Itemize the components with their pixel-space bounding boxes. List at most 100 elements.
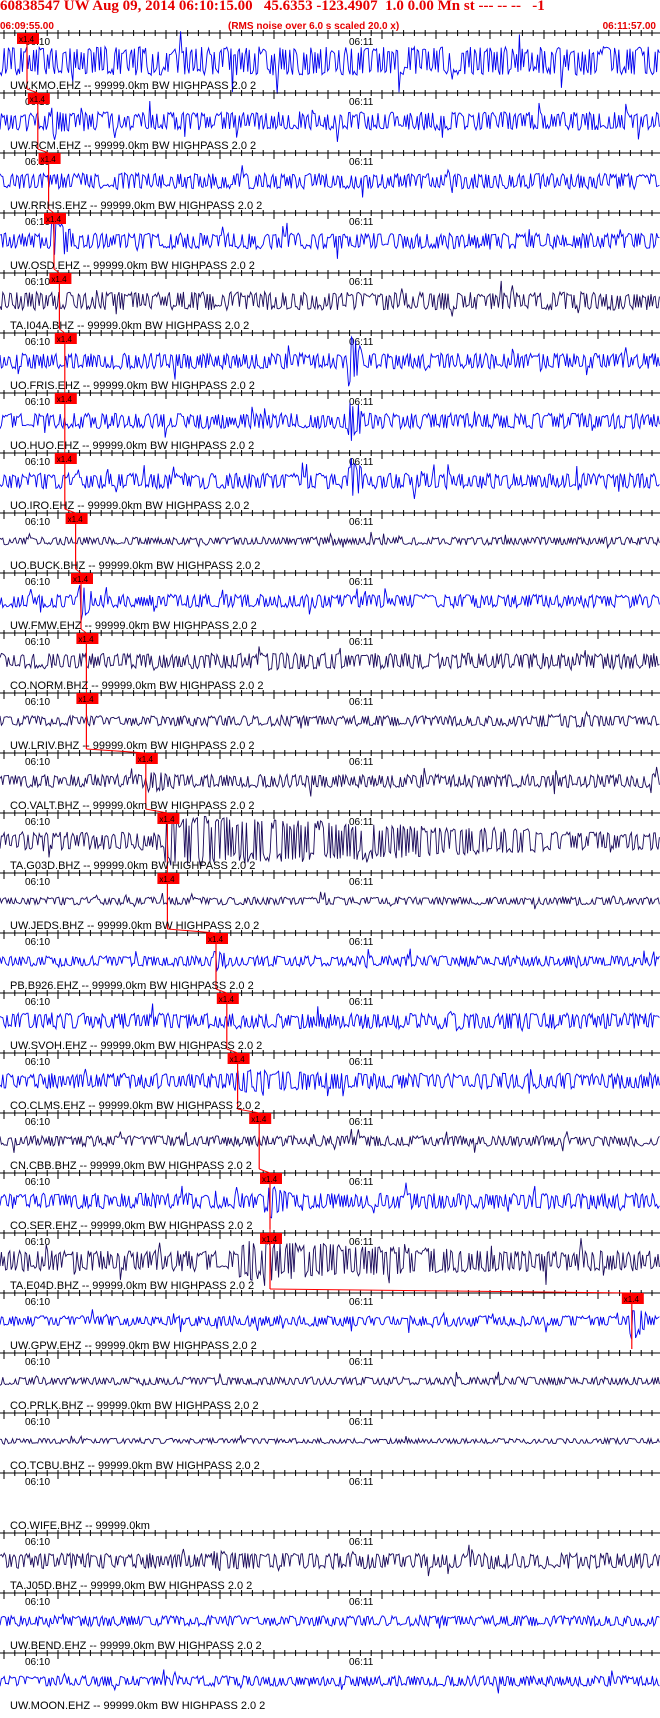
time-tick-label: 06:10 [25,517,50,528]
time-tick-label: 06:11 [349,637,374,648]
waveform [0,531,660,550]
trace-row: 06:1006:11x1.4UW.KMO.EHZ -- 99999.0km BW… [0,30,660,94]
trace-row: 06:10 06:11 x1.4 TA.I04A.BHZ -- 99999.0km B… [0,268,660,332]
waveform [0,280,660,317]
waveform [0,402,660,441]
time-tick-label: 06:10 [25,697,50,708]
waveform [0,1544,660,1577]
time-tick-label: 06:10 [25,1477,50,1488]
time-tick-label: 06:11 [349,1657,374,1668]
station-label: CO.SER.EHZ -- 99999.0km BW HIGHPASS 2.0 … [10,1220,252,1232]
time-tick-label: 06:11 [349,757,374,768]
waveform [0,710,660,729]
pick-label: x1.4 [57,395,73,404]
time-tick-label: 06:10 [25,457,50,468]
waveform [0,217,660,259]
pick-label: x1.4 [251,1115,267,1124]
waveform [0,891,660,910]
pick-label: x1.4 [51,275,67,284]
time-tick-label: 06:10 [25,757,50,768]
pick-label: x1.4 [219,995,235,1004]
time-tick-label: 06:11 [349,937,374,948]
time-tick-label: 06:11 [349,697,374,708]
time-tick-label: 06:11 [349,457,374,468]
station-label: UW.MOON.EHZ -- 99999.0km BW HIGHPASS 2.0… [10,1700,265,1712]
moveout-line [269,1288,632,1294]
pick-label: x1.4 [19,35,35,44]
time-tick-label: 06:11 [349,1177,374,1188]
time-tick-label: 06:11 [349,1417,374,1428]
waveform [0,766,660,797]
trace-row: 06:10 06:11x1.4TA.E04D.BHZ -- 99999.0km B… [0,1229,660,1292]
time-tick-label: 06:11 [349,157,374,168]
time-tick-label: 06:11 [349,517,374,528]
trace-row: 06:10 06:11 x1.4 CO.VALT.BHZ -- 99999.0km B… [0,748,660,812]
time-tick-label: 06:11 [349,1537,374,1548]
pick-label: x1.4 [78,695,94,704]
time-tick-label: 06:11 [349,1357,374,1368]
time-tick-label: 06:10 [25,1297,50,1308]
pick-label: x1.4 [262,1235,278,1244]
trace-row: 06:10 06:11CO.WIFE.BHZ -- 99999.0km [0,1470,660,1532]
time-tick-label: 06:10 [25,1657,50,1668]
time-tick-label: 06:10 [25,1117,50,1128]
station-label: UO.IRO.EHZ -- 99999.0km BW HIGHPASS 2.0 … [10,500,249,512]
time-tick-label: 06:10 [25,1177,50,1188]
moveout-line [259,1168,271,1174]
trace-row: 06:10 06:11 x1.4 CO.NORM.BHZ -- 99999.0km B… [0,628,660,692]
pick-label: x1.4 [624,1295,640,1304]
time-tick-label: 06:11 [349,1597,374,1608]
station-label: TA.J05D.BHZ -- 99999.0km BW HIGHPASS 2.0… [10,1580,252,1592]
station-label: CO.NORM.BHZ -- 99999.0km BW HIGHPASS 2.0… [10,680,263,692]
time-tick-label: 06:10 [25,637,50,648]
waveform [0,948,660,973]
trace-row: 06:10 06:11 UW.BEND.EHZ -- 99999.0km BW HI… [0,1590,660,1652]
station-label: UW.BEND.EHZ -- 99999.0km BW HIGHPASS 2.0… [10,1640,262,1652]
time-tick-label: 06:10 [25,577,50,588]
waveform [0,1669,660,1694]
pick-label: x1.4 [41,155,57,164]
time-tick-label: 06:10 [25,817,50,828]
time-tick-label: 06:11 [349,1297,374,1308]
station-label: TA.E04D.BHZ -- 99999.0km BW HIGHPASS 2.0… [10,1280,254,1292]
time-tick-label: 06:10 [25,1357,50,1368]
waveform [0,1182,660,1219]
time-tick-label: 06:11 [349,577,374,588]
waveform [0,100,660,142]
trace-row: 06:10 06:11 x1.4UW.GPW.EHZ -- 99999.0km BW… [0,1288,660,1352]
seismogram-traces: 06:1006:11x1.4UW.KMO.EHZ -- 99999.0km BW… [0,30,660,1712]
trace-row: 06:10 06:11x1.4TA.G03D.BHZ -- 99999.0km B… [0,808,660,872]
waveform [0,815,660,867]
time-tick-label: 06:11 [349,997,374,1008]
time-tick-label: 06:11 [349,217,374,228]
pick-label: x1.4 [138,755,154,764]
waveform [0,1434,660,1446]
time-tick-label: 06:10 [25,277,50,288]
station-label: UW.LRIV.BHZ -- 99999.0km BW HIGHPASS 2.0… [10,740,255,752]
time-tick-label: 06:10 [25,1537,50,1548]
pick-label: x1.4 [30,95,46,104]
time-tick-label: 06:10 [25,997,50,1008]
trace-row: 06:10 06:11 x1.4 UW.LRIV.BHZ -- 99999.0km B… [0,689,660,752]
waveform [0,1309,660,1339]
time-tick-label: 06:11 [349,1237,374,1248]
time-tick-label: 06:10 [25,1597,50,1608]
time-tick-label: 06:11 [349,97,374,108]
time-tick-label: 06:11 [349,1057,374,1068]
waveform [0,1371,660,1388]
pick-label: x1.4 [57,455,73,464]
time-tick-label: 06:11 [349,37,374,48]
time-tick-label: 06:10 [25,877,50,888]
trace-row: 06:10 06:11x1.4UW.JEDS.BHZ -- 99999.0km B… [0,869,660,932]
trace-row: 06:10 06:11CO.TCBU.BHZ -- 99999.0km BW HI… [0,1410,660,1472]
waveform [0,646,660,672]
time-tick-label: 06:11 [349,817,374,828]
pick-label: x1.4 [159,815,175,824]
station-label: UW.SVOH.EHZ -- 99999.0km BW HIGHPASS 2.0… [10,1040,262,1052]
time-tick-label: 06:11 [349,277,374,288]
station-label: UO.HUO.EHZ -- 99999.0km BW HIGHPASS 2.0 … [10,440,254,452]
station-label: CO.VALT.BHZ -- 99999.0km BW HIGHPASS 2.0… [10,800,255,812]
trace-row: 06:10 06:11 x1.4 CO.SER.EHZ -- 99999.0km BW… [0,1168,660,1232]
waveform [0,1068,660,1097]
waveform [0,335,660,387]
